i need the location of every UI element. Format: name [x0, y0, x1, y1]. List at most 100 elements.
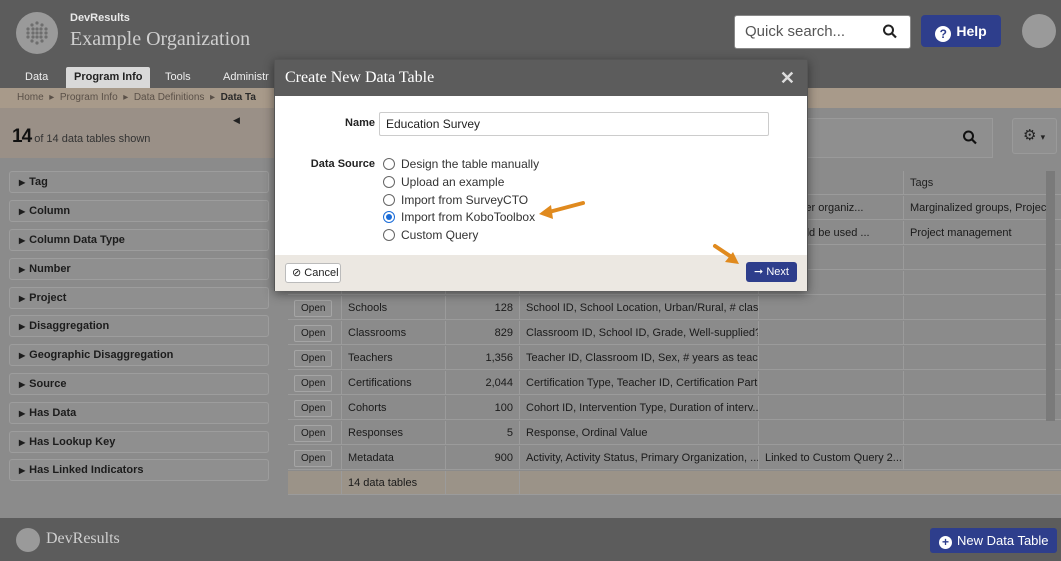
data-source-label: Data Source [310, 158, 375, 170]
filter-number[interactable]: ▶ Number [9, 258, 269, 280]
tab-data[interactable]: Data [17, 67, 56, 88]
caret-right-icon: ▶ [19, 236, 26, 245]
tags-cell [904, 421, 1061, 445]
search-icon[interactable] [882, 16, 898, 60]
cancel-button[interactable]: ⊘ Cancel [285, 263, 341, 283]
radio-button[interactable] [383, 158, 395, 170]
next-button[interactable]: ➞ Next [746, 262, 797, 282]
radio-button[interactable] [383, 229, 395, 241]
filter-label: Has Data [29, 407, 77, 419]
filter-has-linked-indicators[interactable]: ▶ Has Linked Indicators [9, 459, 269, 481]
action-cell: Open [288, 296, 342, 320]
create-data-table-modal: Create New Data Table ✕ Name Data Source… [274, 59, 808, 291]
name-cell: Responses [342, 421, 446, 445]
table-count-suffix: of 14 data tables shown [34, 133, 151, 145]
description-cell [759, 321, 904, 345]
new-data-table-button[interactable]: + New Data Table [930, 528, 1057, 553]
count-cell: 5 [446, 421, 520, 445]
name-field[interactable] [379, 112, 769, 136]
caret-right-icon: ▶ [19, 294, 26, 303]
caret-right-icon: ▶ [19, 438, 26, 447]
radio-button-selected[interactable] [383, 211, 395, 223]
count-cell [446, 471, 520, 495]
search-icon[interactable] [962, 129, 978, 152]
breadcrumb-program-info[interactable]: Program Info [60, 92, 118, 103]
filter-geographic-disaggregation[interactable]: ▶ Geographic Disaggregation [9, 344, 269, 366]
filter-has-data[interactable]: ▶ Has Data [9, 402, 269, 424]
tags-cell [904, 371, 1061, 395]
description-cell [759, 371, 904, 395]
open-button[interactable]: Open [294, 349, 333, 367]
open-button[interactable]: Open [294, 449, 333, 467]
open-button[interactable]: Open [294, 424, 333, 442]
table-row: Open Schools 128 School ID, School Locat… [288, 296, 1061, 320]
quick-search-input[interactable]: Quick search... [734, 15, 911, 49]
breadcrumb-home[interactable]: Home [17, 92, 44, 103]
organization-name[interactable]: Example Organization [70, 28, 250, 51]
caret-right-icon: ▶ [19, 207, 26, 216]
table-scrollbar[interactable] [1046, 171, 1055, 421]
action-cell: Open [288, 446, 342, 470]
caret-right-icon: ▶ [19, 265, 26, 274]
count-cell: 2,044 [446, 371, 520, 395]
footer-brand: DevResults [46, 530, 120, 547]
count-cell: 1,356 [446, 346, 520, 370]
filter-sidebar: 14 of 14 data tables shown ◀ ▶ Tag ▶ Colum… [0, 108, 278, 518]
user-avatar[interactable] [1022, 14, 1056, 48]
open-button[interactable]: Open [294, 374, 333, 392]
filter-column[interactable]: ▶ Column [9, 200, 269, 222]
tags-header[interactable]: Tags [904, 171, 1061, 195]
help-label: Help [956, 23, 987, 39]
new-data-table-label: New Data Table [957, 533, 1049, 548]
table-search-input[interactable] [798, 118, 993, 158]
filter-source[interactable]: ▶ Source [9, 373, 269, 395]
globe-dots-icon [26, 21, 48, 45]
filter-disaggregation[interactable]: ▶ Disaggregation [9, 315, 269, 337]
gear-icon: ⚙ [1023, 127, 1037, 144]
quick-search-placeholder: Quick search... [745, 23, 846, 40]
tab-program-info[interactable]: Program Info [66, 67, 151, 88]
name-cell: Teachers [342, 346, 446, 370]
settings-dropdown-button[interactable]: ⚙ ▾ [1012, 118, 1057, 154]
next-label: Next [766, 266, 789, 278]
brand-name: DevResults [70, 12, 130, 24]
table-row: Open Certifications 2,044 Certification … [288, 371, 1061, 395]
open-button[interactable]: Open [294, 299, 333, 317]
radio-button[interactable] [383, 176, 395, 188]
count-cell: 829 [446, 321, 520, 345]
open-button[interactable]: Open [294, 324, 333, 342]
plus-circle-icon: + [939, 536, 952, 549]
tags-cell: Marginalized groups, Project [910, 202, 1050, 214]
option-label: Import from KoboToolbox [401, 210, 536, 224]
filter-label: Column Data Type [29, 234, 125, 246]
breadcrumb-data-definitions[interactable]: Data Definitions [134, 92, 205, 103]
name-cell: Metadata [342, 446, 446, 470]
filter-has-lookup-key[interactable]: ▶ Has Lookup Key [9, 431, 269, 453]
count-cell: 100 [446, 396, 520, 420]
filter-project[interactable]: ▶ Project [9, 287, 269, 309]
description-cell [759, 296, 904, 320]
breadcrumb-current: Data Ta [220, 92, 256, 103]
breadcrumb-separator: ▸ [123, 92, 129, 103]
app-header: DevResults Example Organization Quick se… [0, 0, 1061, 64]
open-button[interactable]: Open [294, 399, 333, 417]
tags-cell [904, 296, 1061, 320]
arrow-right-icon: ➞ [754, 266, 764, 278]
caret-right-icon: ▶ [19, 351, 26, 360]
table-row: Open Classrooms 829 Classroom ID, School… [288, 321, 1061, 345]
devresults-logo-icon[interactable] [16, 12, 58, 54]
action-cell: Open [288, 321, 342, 345]
tab-tools[interactable]: Tools [157, 67, 199, 88]
filter-label: Has Lookup Key [29, 436, 116, 448]
tab-administration[interactable]: Administr [215, 67, 277, 88]
help-button[interactable]: ? Help [921, 15, 1001, 47]
radio-button[interactable] [383, 194, 395, 206]
filter-column-data-type[interactable]: ▶ Column Data Type [9, 229, 269, 251]
tags-cell [904, 246, 1061, 270]
close-icon[interactable]: ✕ [780, 60, 795, 96]
filter-tag[interactable]: ▶ Tag [9, 171, 269, 193]
collapse-sidebar-icon[interactable]: ◀ [233, 115, 240, 126]
caret-right-icon: ▶ [19, 322, 26, 331]
description-cell [759, 421, 904, 445]
cancel-label: Cancel [304, 267, 339, 279]
